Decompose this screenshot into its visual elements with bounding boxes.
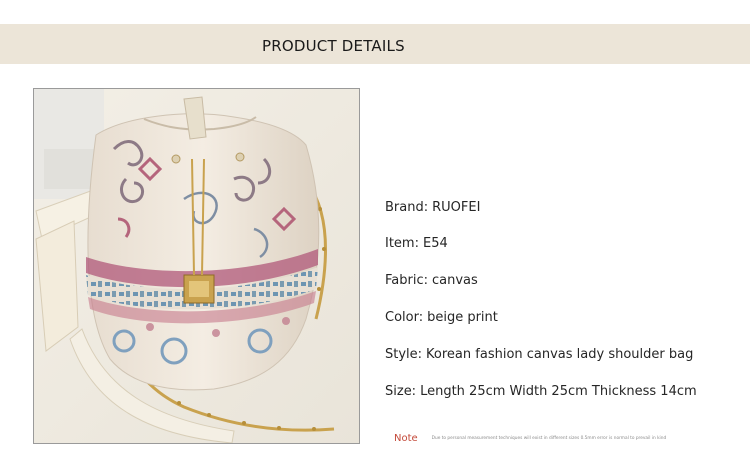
- page-title: PRODUCT DETAILS: [262, 37, 405, 55]
- spec-value: RUOFEI: [432, 200, 481, 215]
- spec-size: Size: Length 25cm Width 25cm Thickness 14…: [385, 384, 697, 399]
- product-photo: [33, 88, 360, 444]
- spec-style: Style: Korean fashion canvas lady shoulde…: [385, 347, 693, 362]
- note-label: Note: [394, 433, 418, 444]
- spec-color: Color: beige print: [385, 310, 498, 325]
- spec-value: Length 25cm Width 25cm Thickness 14cm: [420, 384, 697, 399]
- note-row: Note Due to personal measurement techniqu…: [394, 428, 666, 446]
- spec-value: canvas: [432, 273, 478, 288]
- spec-value: Korean fashion canvas lady shoulder bag: [426, 347, 694, 362]
- spec-label: Item:: [385, 236, 419, 251]
- spec-value: E54: [422, 236, 448, 251]
- spec-value: beige print: [427, 310, 498, 325]
- bag-photo-icon: [34, 89, 359, 443]
- spec-label: Color:: [385, 310, 424, 325]
- spec-item: Item: E54: [385, 236, 448, 251]
- spec-brand: Brand: RUOFEI: [385, 200, 480, 215]
- spec-label: Fabric:: [385, 273, 428, 288]
- spec-label: Size:: [385, 384, 417, 399]
- spec-fabric: Fabric: canvas: [385, 273, 478, 288]
- spec-label: Brand:: [385, 200, 429, 215]
- note-text: Due to personal measurement techniques w…: [431, 436, 667, 441]
- spec-label: Style:: [385, 347, 423, 362]
- header-band: PRODUCT DETAILS: [0, 24, 750, 64]
